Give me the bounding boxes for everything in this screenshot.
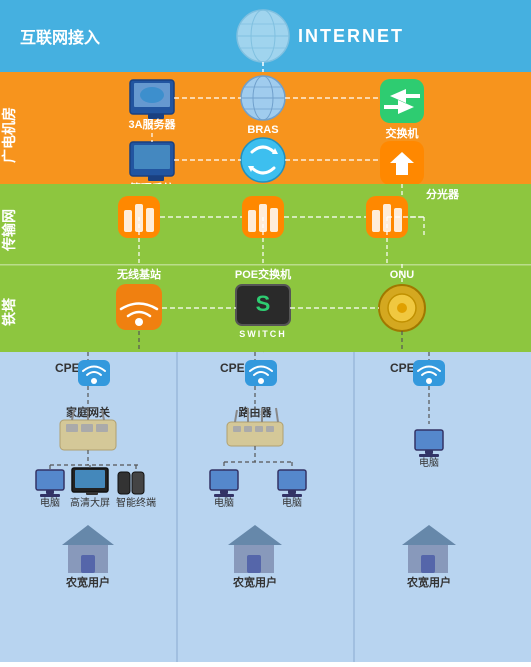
rport1 [233,426,241,432]
pc4-monitor [415,430,443,450]
bar1-a [124,210,132,232]
transmission-label: 传输网 [1,209,17,252]
pc1-stand [46,490,54,494]
phone2 [132,472,144,494]
label-pc3: 电脑 [282,496,302,509]
label-user3: 农宽用户 [406,575,451,589]
section1-cpe-label: CPE [55,361,80,375]
rport2 [244,426,252,432]
gw-port3 [96,424,108,432]
pc4-base [419,454,439,457]
rport3 [255,426,263,432]
house1-door [81,555,95,573]
cpe1-wifi-dot [91,378,97,384]
gw-port2 [81,424,93,432]
label-switch: 交换机 [386,126,419,140]
house3-door [421,555,435,573]
pc3-base [282,494,302,497]
label-user2: 农宽用户 [232,575,277,589]
screen-design [140,87,164,103]
label-wireless-base: 无线基站 [116,267,161,281]
label-bras: BRAS [247,124,278,136]
broadcast-label: 广电机房 [1,107,17,163]
label-user1: 农宽用户 [65,575,110,589]
phone1 [118,472,130,494]
mgmt-stand [148,176,164,181]
pc1-base [40,494,60,497]
label-tv: 高清大屏 [70,496,110,509]
tower-label: 铁塔 [1,297,17,326]
bar3-c [394,208,402,232]
pc4-stand [425,450,433,454]
section2-cpe-label: CPE [220,361,245,375]
tv-display [75,470,105,488]
layer-divider [0,264,531,266]
label-poe-switch: POE交换机 [235,267,291,281]
bar1-c [146,208,154,232]
router-icon [227,422,283,446]
label-phone: 智能终端 [116,496,156,509]
gw-port1 [66,424,78,432]
pc3-stand [288,490,296,494]
pc3-monitor [278,470,306,490]
bar3-a [372,210,380,232]
label-pc4: 电脑 [419,456,439,469]
tv-stand [86,492,98,495]
mgmt-screen [134,145,170,169]
wireless-ctrl-icon [241,138,285,182]
pc1-monitor [36,470,64,490]
house2-door [247,555,261,573]
splitter-label: 分光器 [426,187,460,201]
bar2-c [270,208,278,232]
internet-layer-label: 互联网接入 [20,28,100,47]
section3-cpe-label: CPE [390,361,415,375]
label-pc1: 电脑 [40,496,60,509]
onu-center [397,303,407,313]
switch-sublabel: SWITCH [239,329,287,339]
rport4 [266,426,274,432]
pc2-stand [220,490,228,494]
poe-switch-s: S [256,291,271,316]
pc2-base [214,494,234,497]
label-pc2: 电脑 [214,496,234,509]
cpe3-wifi-dot [426,378,432,384]
internet-title: INTERNET [298,26,404,46]
bar2-a [248,210,256,232]
wifi-dot [135,318,143,326]
pc2-monitor [210,470,238,490]
cpe2-wifi-dot [258,378,264,384]
